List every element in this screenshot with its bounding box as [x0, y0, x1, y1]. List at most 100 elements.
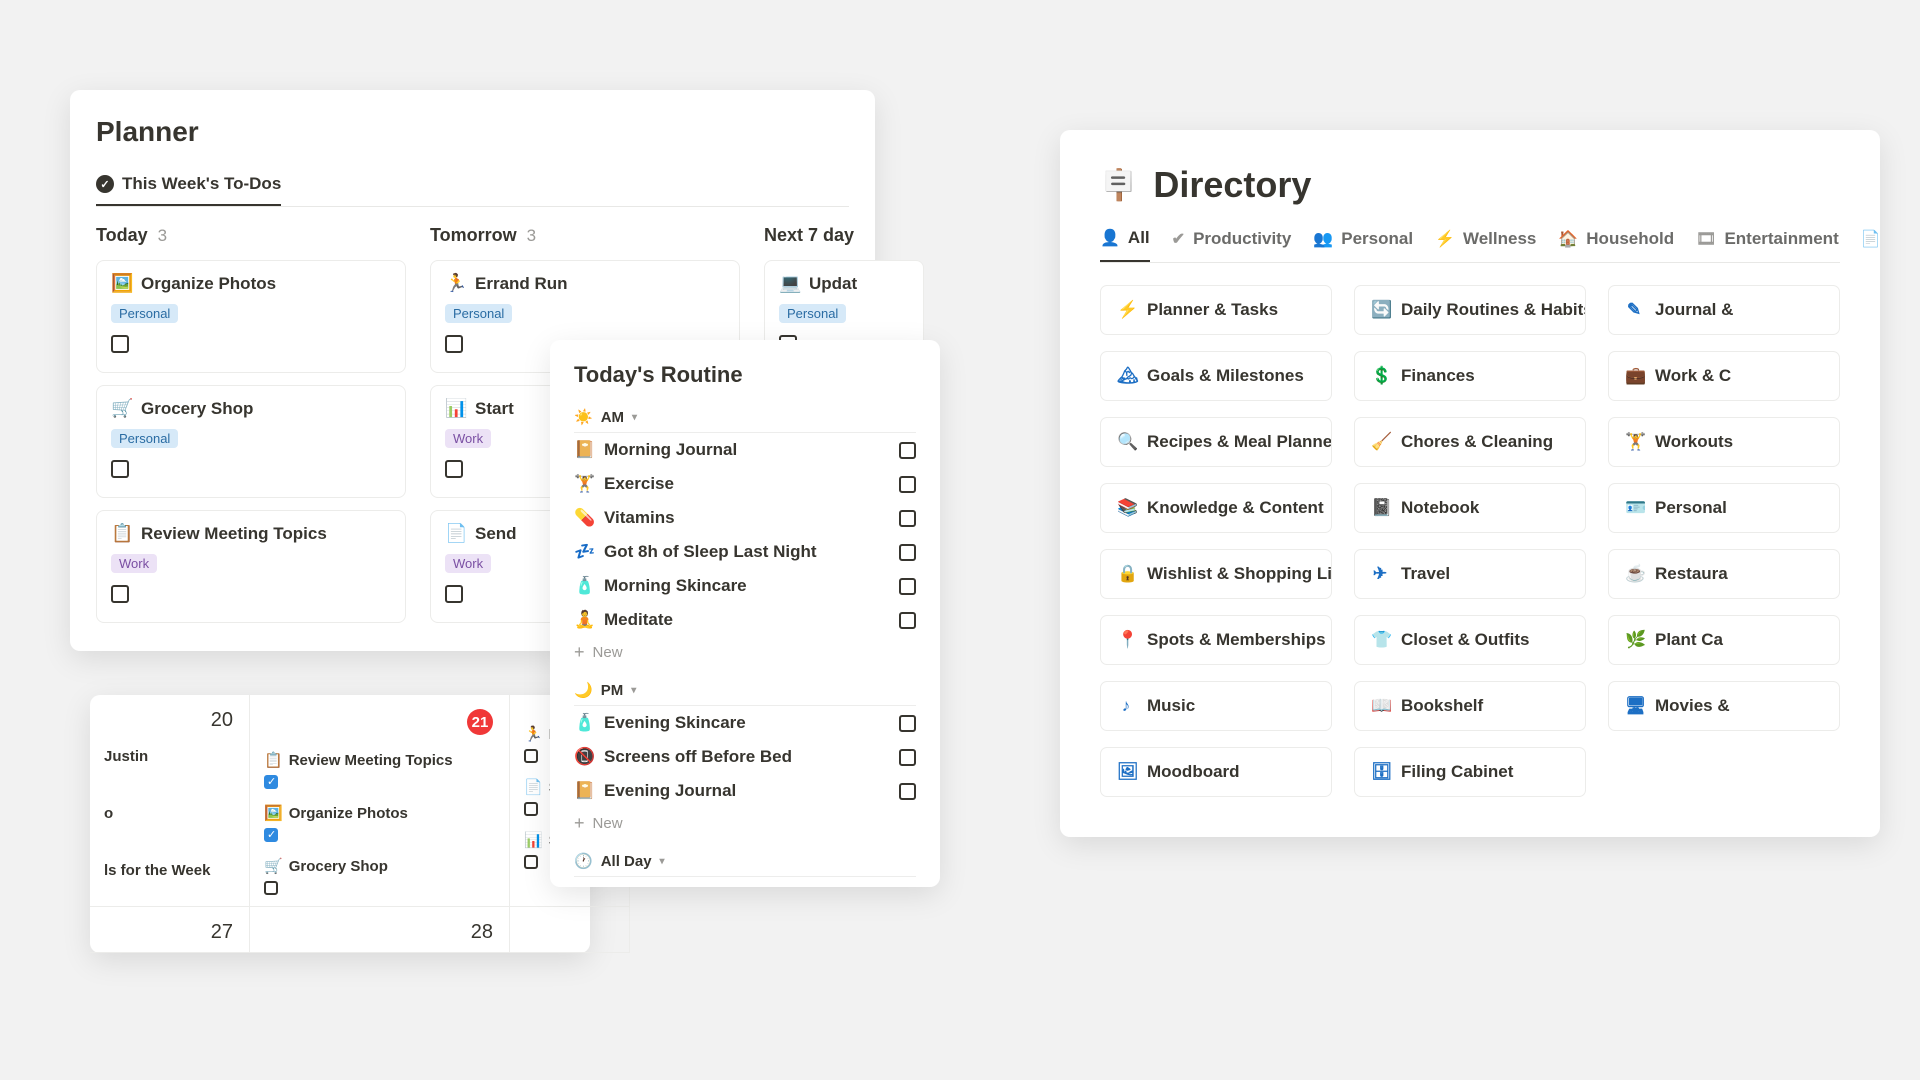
- routine-section-header[interactable]: 🕐All Day▾: [574, 846, 916, 877]
- task-card[interactable]: 🛒Grocery ShopPersonal: [96, 385, 406, 498]
- checkbox[interactable]: [899, 442, 916, 459]
- tab-this-weeks-todos[interactable]: ✓ This Week's To-Dos: [96, 168, 281, 206]
- routine-item[interactable]: 📔Morning Journal: [574, 433, 916, 467]
- directory-item[interactable]: ♪Music: [1100, 681, 1332, 731]
- directory-tab[interactable]: ⚡Wellness: [1435, 222, 1536, 262]
- directory-tab[interactable]: 🏠Household: [1558, 222, 1674, 262]
- calendar-item[interactable]: 🛒Grocery Shop: [260, 853, 499, 879]
- routine-item-label: Screens off Before Bed: [604, 747, 792, 767]
- checkbox[interactable]: [899, 612, 916, 629]
- directory-item[interactable]: 🪪Personal: [1608, 483, 1840, 533]
- checkbox[interactable]: [524, 802, 538, 816]
- directory-item[interactable]: 📖Bookshelf: [1354, 681, 1586, 731]
- directory-item[interactable]: 🏔Goals & Milestones: [1100, 351, 1332, 401]
- directory-item[interactable]: 💲Finances: [1354, 351, 1586, 401]
- directory-tab[interactable]: 📄: [1861, 222, 1889, 262]
- checkbox[interactable]: [111, 585, 129, 603]
- checkbox[interactable]: [524, 855, 538, 869]
- item-emoji-icon: 📔: [574, 440, 594, 460]
- directory-item[interactable]: 👕Closet & Outfits: [1354, 615, 1586, 665]
- tag-personal[interactable]: Personal: [779, 304, 846, 323]
- task-card[interactable]: 🖼️Organize PhotosPersonal: [96, 260, 406, 373]
- calendar-cell[interactable]: 27: [90, 907, 250, 953]
- directory-item[interactable]: 📓Notebook: [1354, 483, 1586, 533]
- checkbox[interactable]: [445, 585, 463, 603]
- checkbox[interactable]: [524, 749, 538, 763]
- directory-item[interactable]: ✈ Travel: [1354, 549, 1586, 599]
- checkbox[interactable]: [899, 510, 916, 527]
- tab-icon: ✔: [1172, 229, 1185, 249]
- checkbox[interactable]: [264, 775, 278, 789]
- calendar-item[interactable]: ls for the Week: [100, 858, 239, 883]
- directory-item[interactable]: 🖥Movies &: [1608, 681, 1840, 731]
- directory-item[interactable]: 🔒Wishlist & Shopping List: [1100, 549, 1332, 599]
- checkbox[interactable]: [264, 828, 278, 842]
- item-icon: ✈: [1371, 564, 1389, 584]
- directory-item[interactable]: 📍Spots & Memberships: [1100, 615, 1332, 665]
- directory-tab[interactable]: ✔Productivity: [1172, 222, 1292, 262]
- item-icon: 🔄: [1371, 300, 1389, 320]
- checkbox[interactable]: [899, 476, 916, 493]
- checkbox[interactable]: [899, 783, 916, 800]
- item-label: Filing Cabinet: [1401, 762, 1513, 782]
- checkbox[interactable]: [445, 460, 463, 478]
- item-label: Bookshelf: [1401, 696, 1483, 716]
- item-label: Wishlist & Shopping List: [1147, 564, 1332, 584]
- routine-section-header[interactable]: 🌙PM▾: [574, 675, 916, 706]
- tag-personal[interactable]: Personal: [111, 304, 178, 323]
- directory-item[interactable]: ☕Restaura: [1608, 549, 1840, 599]
- directory-item[interactable]: ⚡Planner & Tasks: [1100, 285, 1332, 335]
- routine-item[interactable]: 🧘Meditate: [574, 603, 916, 637]
- checkbox[interactable]: [899, 749, 916, 766]
- new-item-button[interactable]: +New: [574, 808, 916, 846]
- checkbox[interactable]: [899, 715, 916, 732]
- checkbox[interactable]: [899, 544, 916, 561]
- checkbox[interactable]: [111, 460, 129, 478]
- directory-item[interactable]: 📚Knowledge & Content: [1100, 483, 1332, 533]
- directory-item[interactable]: 🧹Chores & Cleaning: [1354, 417, 1586, 467]
- tag-work[interactable]: Work: [445, 429, 491, 448]
- directory-item[interactable]: 🗄Filing Cabinet: [1354, 747, 1586, 797]
- tag-work[interactable]: Work: [445, 554, 491, 573]
- routine-item[interactable]: 🧴Morning Skincare: [574, 569, 916, 603]
- routine-item[interactable]: 📔Evening Journal: [574, 774, 916, 808]
- tab-icon: 📄: [1861, 229, 1881, 249]
- directory-item[interactable]: 🖼Moodboard: [1100, 747, 1332, 797]
- directory-tab[interactable]: 👥Personal: [1313, 222, 1413, 262]
- checkbox[interactable]: [264, 881, 278, 895]
- directory-item[interactable]: ✎Journal &: [1608, 285, 1840, 335]
- card-title: Start: [475, 399, 514, 419]
- tag-personal[interactable]: Personal: [111, 429, 178, 448]
- new-item-button[interactable]: +New: [574, 637, 916, 675]
- calendar-cell[interactable]: 20 Justin o ls for the Week: [90, 695, 250, 907]
- tag-personal[interactable]: Personal: [445, 304, 512, 323]
- routine-item[interactable]: 📵Screens off Before Bed: [574, 740, 916, 774]
- calendar-item[interactable]: 📋Review Meeting Topics: [260, 747, 499, 773]
- routine-item[interactable]: 🏋️Exercise: [574, 467, 916, 501]
- day-number: 20: [90, 695, 249, 740]
- calendar-item[interactable]: Justin: [100, 744, 239, 769]
- day-number: 28: [250, 907, 509, 952]
- routine-item[interactable]: 🧴Evening Skincare: [574, 706, 916, 740]
- calendar-cell[interactable]: 21 📋Review Meeting Topics🖼️Organize Phot…: [250, 695, 510, 907]
- calendar-cell[interactable]: 28: [250, 907, 510, 953]
- calendar-cell[interactable]: [510, 907, 630, 953]
- routine-item[interactable]: 💤Got 8h of Sleep Last Night: [574, 535, 916, 569]
- directory-item[interactable]: 🔍Recipes & Meal Planner: [1100, 417, 1332, 467]
- directory-item[interactable]: 🏋Workouts: [1608, 417, 1840, 467]
- directory-item[interactable]: 🔄Daily Routines & Habits: [1354, 285, 1586, 335]
- checkbox[interactable]: [445, 335, 463, 353]
- calendar-item[interactable]: o: [100, 801, 239, 826]
- routine-item[interactable]: 💊Vitamins: [574, 501, 916, 535]
- tag-work[interactable]: Work: [111, 554, 157, 573]
- routine-section-header[interactable]: ☀️AM▾: [574, 402, 916, 433]
- directory-tab[interactable]: 👤All: [1100, 222, 1150, 262]
- calendar-item[interactable]: 🖼️Organize Photos: [260, 800, 499, 826]
- checkbox[interactable]: [899, 578, 916, 595]
- checkbox[interactable]: [111, 335, 129, 353]
- directory-tab[interactable]: 🎞Entertainment: [1696, 222, 1839, 262]
- directory-item[interactable]: 🌿Plant Ca: [1608, 615, 1840, 665]
- directory-item[interactable]: 💼Work & C: [1608, 351, 1840, 401]
- item-label: Travel: [1401, 564, 1450, 584]
- task-card[interactable]: 📋Review Meeting TopicsWork: [96, 510, 406, 623]
